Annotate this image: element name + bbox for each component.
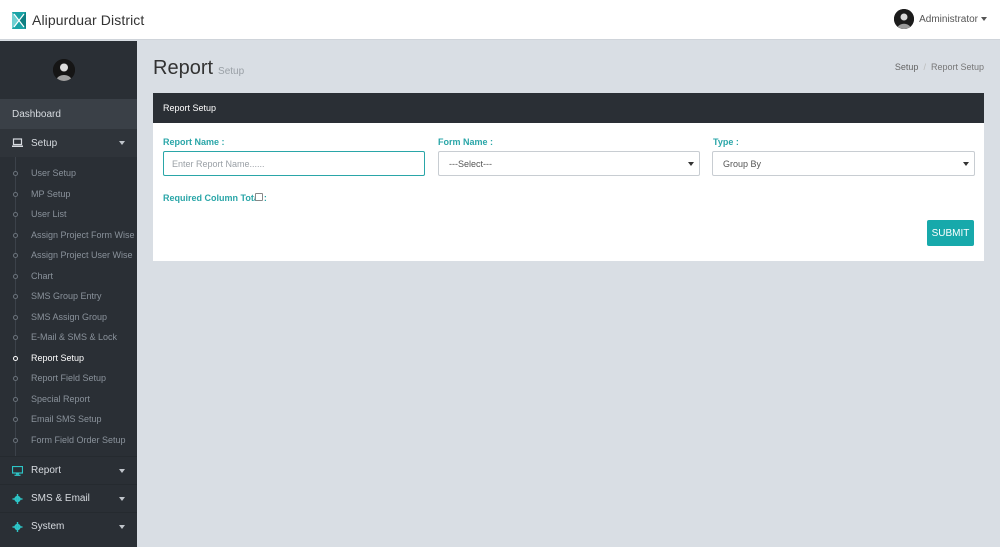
sidebar-item-dashboard[interactable]: Dashboard [0,99,137,129]
bullet-icon [13,396,18,402]
sidebar-group-label: Setup [31,137,58,149]
bullet-icon [13,232,18,238]
report-name-input[interactable] [163,151,425,176]
bullet-icon [13,376,18,381]
report-setup-panel: Report Setup Report Name : Form Name : -… [153,93,984,261]
sidebar-item-label: Email SMS Setup [31,414,102,425]
gear-icon [12,493,23,504]
chevron-down-icon [119,469,125,473]
laptop-icon [12,138,23,148]
chevron-down-icon [119,525,125,529]
bullet-icon [13,191,18,197]
profile-avatar[interactable] [52,59,75,81]
sidebar-item-email-sms-setup[interactable]: Email SMS Setup [0,409,137,430]
sidebar: Dashboard Setup User Setup MP Setup User… [0,41,137,547]
sidebar-item-email-sms-lock[interactable]: E-Mail & SMS & Lock [0,327,137,348]
bullet-icon [13,273,18,279]
panel-header: Report Setup [153,93,984,123]
chevron-down-icon [119,497,125,501]
bullet-icon [13,294,18,299]
bullet-icon [13,437,18,443]
sidebar-group-sms-email[interactable]: SMS & Email [0,484,137,512]
sidebar-group-label: System [31,521,65,532]
submit-button[interactable]: SUBMIT [927,220,974,246]
sidebar-item-form-field-order-setup[interactable]: Form Field Order Setup [0,430,137,451]
sidebar-group-label: Report [31,465,62,476]
user-avatar [894,9,915,29]
sidebar-item-special-report[interactable]: Special Report [0,389,137,410]
sidebar-group-label: SMS & Email [31,493,90,504]
sidebar-item-label: Report Field Setup [31,373,107,384]
sidebar-item-label: Dashboard [12,108,61,120]
sidebar-item-label: Special Report [31,393,91,404]
sidebar-item-label: SMS Assign Group [31,311,108,322]
report-name-label: Report Name : [163,137,225,147]
form-name-selected-value: ---Select--- [449,158,492,169]
sidebar-group-setup[interactable]: Setup [0,129,137,157]
required-column-total-checkbox[interactable] [255,193,263,201]
bullet-icon [13,212,18,217]
gear-icon [12,521,23,532]
sidebar-item-label: User Setup [31,168,77,179]
sidebar-item-user-setup[interactable]: User Setup [0,163,137,184]
sidebar-item-sms-assign-group[interactable]: SMS Assign Group [0,307,137,328]
main-content: Report Setup Setup / Report Setup Report… [137,41,1000,547]
user-name: Administrator [919,13,978,25]
sidebar-item-label: Report Setup [31,352,85,363]
top-navbar: Alipurduar District Administrator [0,0,1000,40]
brand[interactable]: Alipurduar District [12,10,144,30]
sidebar-item-label: Form Field Order Setup [31,434,126,445]
bullet-icon [13,417,18,422]
breadcrumb: Setup / Report Setup [895,62,984,72]
caret-down-icon [963,162,969,166]
page-header: Report Setup [153,57,244,80]
sidebar-item-label: User List [31,209,67,220]
sidebar-group-system[interactable]: System [0,512,137,540]
panel-title: Report Setup [163,103,217,113]
page-subtitle: Setup [218,66,245,77]
sidebar-item-label: Assign Project User Wise [31,250,133,261]
sidebar-item-label: SMS Group Entry [31,291,102,302]
sidebar-item-chart[interactable]: Chart [0,266,137,287]
type-label: Type : [713,137,739,147]
bullet-icon [13,171,18,176]
setup-submenu: User Setup MP Setup User List Assign Pro… [0,157,137,456]
app-title: Alipurduar District [32,12,145,28]
bullet-icon [13,355,18,361]
sidebar-item-report-field-setup[interactable]: Report Field Setup [0,368,137,389]
monitor-icon [11,465,24,476]
required-column-total-label: Required Column Total : [163,193,267,203]
page-title: Report [153,57,214,79]
sidebar-item-mp-setup[interactable]: MP Setup [0,184,137,205]
breadcrumb-separator: / [923,62,926,72]
breadcrumb-link-setup[interactable]: Setup [895,62,919,72]
bullet-icon [13,335,18,340]
sidebar-item-user-list[interactable]: User List [0,204,137,225]
bullet-icon [13,314,18,320]
chevron-down-icon [119,141,125,145]
breadcrumb-current: Report Setup [930,62,984,72]
sidebar-item-label: E-Mail & SMS & Lock [31,332,118,343]
bullet-icon [13,253,18,258]
type-selected-value: Group By [723,158,762,169]
sidebar-item-label: MP Setup [31,188,71,199]
sidebar-item-assign-project-user-wise[interactable]: Assign Project User Wise [0,245,137,266]
form-name-select[interactable]: ---Select--- [438,151,700,176]
sidebar-item-sms-group-entry[interactable]: SMS Group Entry [0,286,137,307]
sidebar-item-report-setup[interactable]: Report Setup [0,348,137,369]
sidebar-item-label: Chart [31,270,54,281]
caret-down-icon [688,162,694,166]
sidebar-profile [0,41,137,99]
brand-logo-icon [12,11,26,29]
type-select[interactable]: Group By [712,151,975,176]
sidebar-item-assign-project-form-wise[interactable]: Assign Project Form Wise [0,225,137,246]
form-name-label: Form Name : [438,137,494,147]
chevron-down-icon [981,17,987,21]
user-menu[interactable]: Administrator [894,9,987,29]
sidebar-item-label: Assign Project Form Wise [31,229,135,240]
sidebar-group-report[interactable]: Report [0,456,137,484]
